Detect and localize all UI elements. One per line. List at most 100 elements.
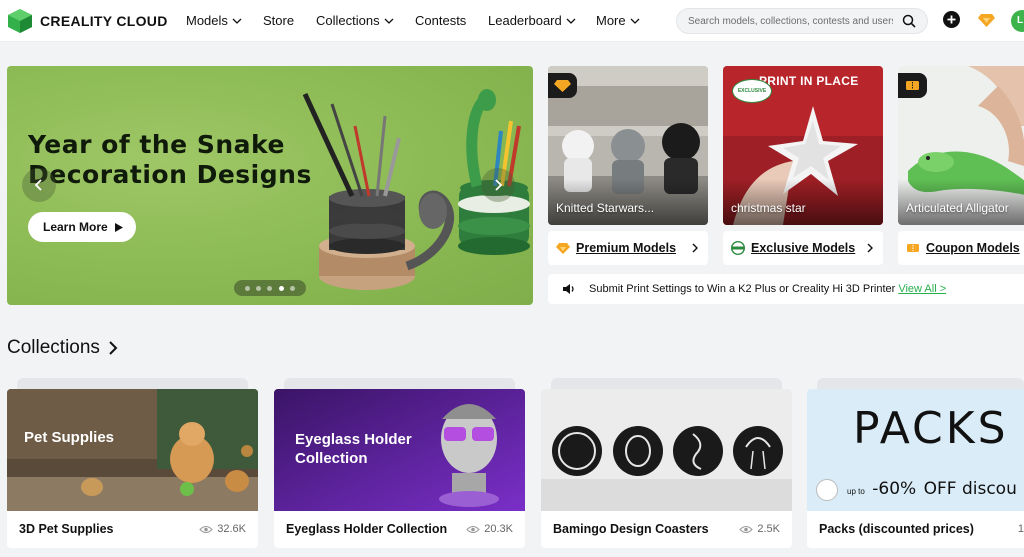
nav-collections-label: Collections	[316, 13, 380, 28]
search-input[interactable]	[688, 14, 893, 29]
membership-diamond-icon[interactable]	[978, 12, 995, 28]
creality-logo-icon	[8, 9, 32, 33]
collection-name: 3D Pet Supplies	[19, 522, 114, 536]
learn-more-button[interactable]: Learn More	[28, 212, 136, 242]
chevron-down-icon	[566, 18, 576, 24]
model-card-title: christmas star	[731, 201, 806, 215]
packs-discount-suffix: OFF discou	[923, 479, 1017, 499]
chevron-right-icon	[692, 243, 698, 253]
collections-heading[interactable]: Collections	[7, 337, 118, 359]
collections-heading-label: Collections	[7, 337, 100, 358]
hero-prev-button[interactable]	[22, 168, 56, 202]
chevron-down-icon	[630, 18, 640, 24]
collection-name: Packs (discounted prices)	[819, 522, 974, 536]
model-card-title: Knitted Starwars...	[556, 201, 655, 215]
play-icon	[114, 222, 123, 232]
hero-dot-2[interactable]	[256, 285, 262, 291]
search-box	[676, 8, 928, 34]
chevron-right-icon	[867, 243, 873, 253]
nav-contests[interactable]: Contests	[415, 13, 466, 28]
exclusive-tag: EXCLUSIVE	[732, 79, 772, 103]
coupon-ticket-icon	[907, 244, 919, 252]
hero-title: Year of the Snake Decoration Designs	[28, 130, 312, 190]
nav-models[interactable]: Models	[186, 13, 242, 28]
collection-card-body: Pet Supplies 3D Pet Supplies 32.6K	[7, 389, 258, 548]
hero-next-button[interactable]	[481, 168, 515, 202]
nav-leaderboard-label: Leaderboard	[488, 13, 562, 28]
collection-image: PACKS up to -60% OFF discou	[807, 389, 1024, 511]
print-in-place-overlay: PRINT IN PLACE	[759, 74, 859, 88]
chevron-right-icon	[109, 341, 118, 355]
eye-icon	[739, 525, 754, 533]
nav-store-label: Store	[263, 13, 295, 28]
nav-collections[interactable]: Collections	[316, 13, 394, 28]
brand-logo[interactable]: CREALITY CLOUD	[7, 8, 168, 34]
premium-models-label: Premium Models	[576, 241, 677, 255]
nav-models-label: Models	[186, 13, 228, 28]
packs-discount-text: up to -60% OFF discou	[847, 479, 1017, 499]
collection-card-eyeglass-holder[interactable]: Eyeglass Holder Collection Eyeglass Hold…	[274, 378, 525, 548]
collection-image-title-line1: Eyeglass Holder	[295, 431, 412, 448]
view-count-value: 32.6K	[217, 523, 246, 535]
view-count: 2.5K	[739, 523, 780, 535]
hero-pagination	[234, 280, 306, 296]
hero-dot-5[interactable]	[289, 285, 295, 291]
announcement-text: Submit Print Settings to Win a K2 Plus o…	[589, 283, 896, 295]
model-card-articulated-alligator[interactable]: Articulated Alligator	[898, 66, 1024, 225]
announcement-bar: Submit Print Settings to Win a K2 Plus o…	[548, 274, 1024, 304]
exclusive-models-label: Exclusive Models	[751, 241, 856, 255]
exclusive-models-link[interactable]: Exclusive Models	[723, 231, 883, 265]
collection-card-body: Eyeglass Holder Collection Eyeglass Hold…	[274, 389, 525, 548]
packs-discount-value: -60%	[872, 479, 917, 499]
collection-image-title: Pet Supplies	[24, 429, 115, 446]
hero-banner[interactable]: Year of the Snake Decoration Designs Lea…	[7, 66, 533, 305]
chevron-left-icon	[34, 179, 42, 191]
view-count-value: 1	[1017, 523, 1024, 535]
upload-button[interactable]	[943, 11, 960, 28]
collection-image: Eyeglass Holder Collection	[274, 389, 525, 511]
collection-name: Eyeglass Holder Collection	[286, 522, 448, 536]
collection-image-title-line2: Collection	[295, 450, 368, 467]
eye-icon	[466, 525, 480, 533]
brand-name: CREALITY CLOUD	[40, 13, 168, 29]
coupon-models-link[interactable]: Coupon Models	[898, 231, 1024, 265]
collection-card-pet-supplies[interactable]: Pet Supplies 3D Pet Supplies 32.6K	[7, 378, 258, 548]
user-avatar[interactable]: L	[1011, 10, 1024, 32]
collection-card-packs[interactable]: PACKS up to -60% OFF discou Packs (disco…	[807, 378, 1024, 548]
collection-image	[541, 389, 792, 511]
model-card-knitted-starwars[interactable]: Knitted Starwars...	[548, 66, 708, 225]
speaker-icon	[563, 284, 574, 294]
collection-image: Pet Supplies	[7, 389, 258, 511]
learn-more-label: Learn More	[43, 220, 108, 234]
packs-image-title: PACKS	[853, 403, 1009, 454]
collection-image-title: Eyeglass Holder Collection	[295, 430, 412, 468]
hero-dot-4[interactable]	[278, 285, 284, 291]
premium-diamond-icon	[556, 243, 570, 254]
view-count: 1	[1018, 523, 1024, 535]
search-icon[interactable]	[902, 14, 916, 28]
coupon-models-label: Coupon Models	[926, 241, 1020, 255]
exclusive-badge-icon	[731, 241, 745, 255]
chevron-down-icon	[232, 18, 242, 24]
hero-dot-3[interactable]	[267, 285, 273, 291]
hero-dot-1[interactable]	[245, 285, 251, 291]
premium-models-link[interactable]: Premium Models	[548, 231, 708, 265]
nav-leaderboard[interactable]: Leaderboard	[488, 13, 576, 28]
nav-more[interactable]: More	[596, 13, 640, 28]
hero-title-line2: Decoration Designs	[28, 160, 312, 189]
chevron-down-icon	[384, 18, 394, 24]
view-all-link[interactable]: View All >	[898, 283, 946, 295]
coupon-badge	[898, 73, 927, 98]
hero-title-line1: Year of the Snake	[28, 130, 285, 159]
chevron-right-icon	[495, 179, 503, 191]
premium-badge	[548, 73, 577, 98]
collection-name: Bamingo Design Coasters	[553, 522, 709, 536]
collection-card-bamingo-coasters[interactable]: Bamingo Design Coasters 2.5K	[541, 378, 792, 548]
coupon-ticket-icon	[906, 81, 919, 90]
view-count-value: 20.3K	[484, 523, 513, 535]
model-card-christmas-star[interactable]: PRINT IN PLACE EXCLUSIVE christmas star	[723, 66, 883, 225]
nav-store[interactable]: Store	[263, 13, 294, 28]
premium-diamond-icon	[554, 80, 571, 92]
pet-supplies-image	[7, 389, 258, 511]
view-count-value: 2.5K	[757, 523, 780, 535]
